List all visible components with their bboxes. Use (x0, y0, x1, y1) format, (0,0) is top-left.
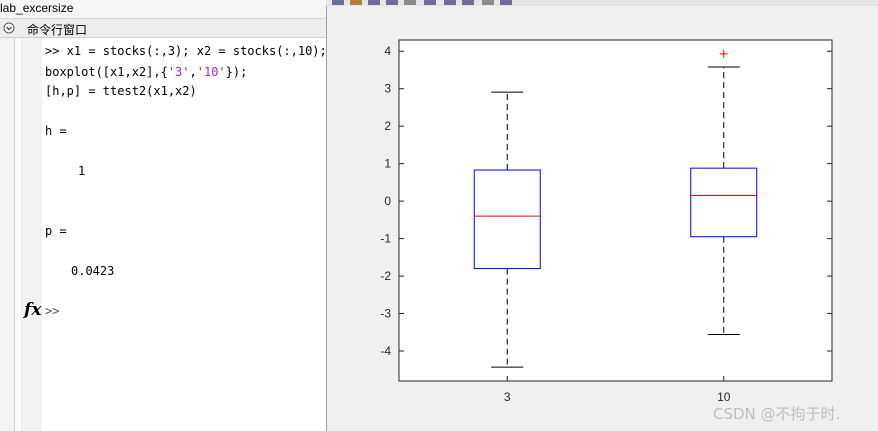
output-p-value: 0.0423 (71, 264, 115, 278)
command-window-content[interactable]: >> x1 = stocks(:,3); x2 = stocks(:,10); … (45, 38, 327, 431)
collapse-icon[interactable] (3, 22, 15, 34)
output-p-label: p = (45, 224, 67, 238)
plot-area (398, 39, 833, 382)
xtick-label: 10 (717, 390, 731, 404)
left-dock-strip (0, 38, 15, 431)
command-gutter (20, 38, 42, 431)
ytick-label: 0 (384, 194, 391, 208)
watermark: CSDN @不拘于时. (713, 405, 841, 423)
command-window-title: 命令行窗口 (27, 23, 88, 37)
boxplot-chart: -4 -3 -2 -1 0 1 2 3 4 3 10 (380, 39, 833, 404)
output-h-value: 1 (78, 164, 86, 178)
window-title: lab_excersize (0, 1, 74, 15)
ytick-label: 2 (384, 119, 391, 133)
command-window-header: 命令行窗口 (0, 19, 327, 38)
command-prompt[interactable]: >> (45, 304, 59, 318)
ytick-label: 1 (384, 157, 391, 171)
left-dock-divider (15, 38, 19, 431)
command-line-2: boxplot([x1,x2],{'3','10'}); (45, 65, 248, 79)
fx-icon[interactable]: fx (24, 300, 41, 320)
ytick-label: 3 (384, 82, 391, 96)
ytick-label: -3 (380, 307, 391, 321)
ytick-label: 4 (384, 44, 391, 58)
window-titlebar: lab_excersize (0, 0, 327, 19)
xtick-label: 3 (504, 390, 511, 404)
ytick-label: -2 (380, 269, 391, 283)
ytick-label: -1 (380, 232, 391, 246)
command-line-3: [h,p] = ttest2(x1,x2) (45, 84, 197, 98)
output-h-label: h = (45, 124, 67, 138)
command-line-1: >> x1 = stocks(:,3); x2 = stocks(:,10); (45, 44, 327, 58)
ytick-label: -4 (380, 344, 391, 358)
